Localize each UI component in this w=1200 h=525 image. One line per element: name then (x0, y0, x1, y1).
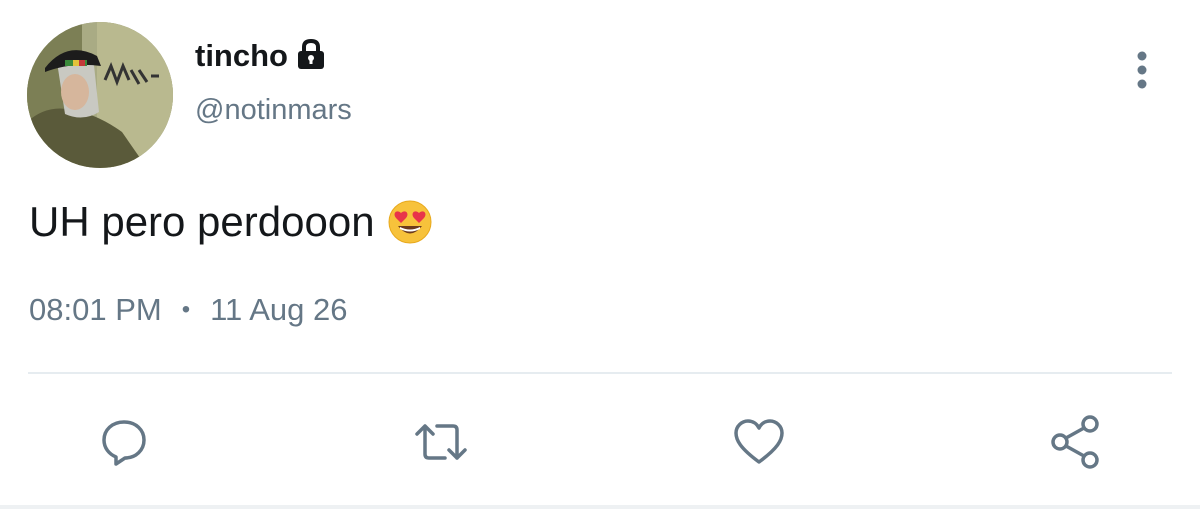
divider (28, 372, 1172, 374)
display-name-text: tincho (195, 38, 288, 73)
tweet-body: UH pero perdooon (29, 198, 375, 245)
share-icon (1051, 415, 1099, 469)
display-name[interactable]: tincho (195, 38, 326, 73)
tweet-timestamp: 08:01 PM • 11 Aug 26 (29, 294, 347, 325)
share-button[interactable] (1046, 412, 1106, 472)
avatar[interactable] (27, 22, 173, 168)
like-icon (734, 419, 784, 464)
user-handle[interactable]: @notinmars (195, 96, 352, 125)
tweet-text: UH pero perdooon (29, 198, 433, 245)
like-button[interactable] (729, 412, 789, 472)
more-vertical-icon (1137, 51, 1147, 89)
tweet-card: tincho @notinmars UH pero perdooon 08:01… (0, 0, 1200, 525)
bottom-border (0, 505, 1200, 509)
more-options-button[interactable] (1124, 48, 1160, 92)
reply-button[interactable] (94, 412, 154, 472)
tweet-time: 08:01 PM (29, 292, 162, 327)
lock-icon (296, 38, 326, 70)
retweet-icon (415, 424, 467, 460)
separator-dot: • (181, 295, 191, 323)
reply-icon (102, 420, 146, 466)
retweet-button[interactable] (411, 412, 471, 472)
tweet-date: 11 Aug 26 (210, 292, 348, 327)
heart-eyes-emoji-icon (387, 199, 433, 245)
